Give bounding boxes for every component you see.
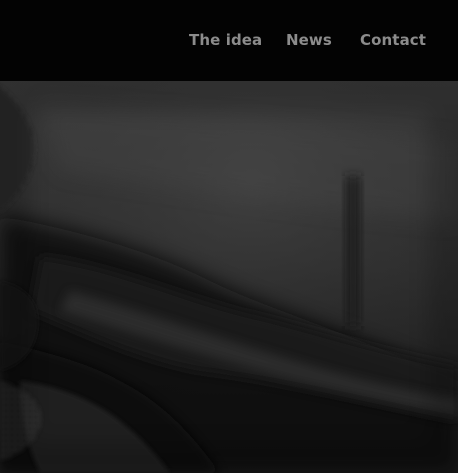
- nav-link-the-idea[interactable]: The idea: [189, 29, 262, 51]
- main-nav: The idea News Contact: [0, 29, 458, 53]
- nav-link-news[interactable]: News: [286, 29, 332, 51]
- nav-link-contact[interactable]: Contact: [360, 29, 426, 51]
- hero-image: [0, 81, 458, 473]
- top-navigation-bar: The idea News Contact: [0, 0, 458, 81]
- page: The idea News Contact: [0, 0, 458, 473]
- hero-photo-illustration: [0, 81, 458, 473]
